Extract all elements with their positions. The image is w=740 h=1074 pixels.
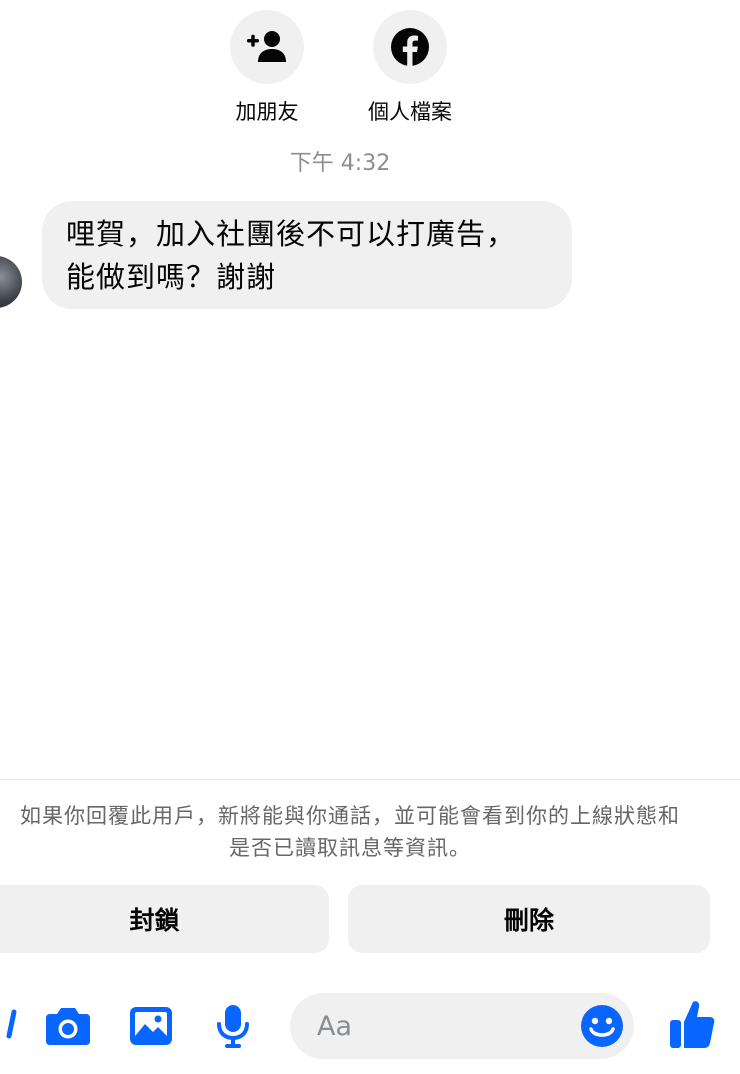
divider [0, 779, 740, 780]
more-icon[interactable] [0, 1002, 28, 1050]
emoji-icon[interactable] [580, 1004, 624, 1048]
message-input-placeholder: Aa [317, 1010, 353, 1042]
message-line-2: 能做到嗎？謝謝 [66, 260, 277, 294]
profile-button[interactable] [373, 10, 447, 84]
add-friend-label: 加朋友 [235, 100, 299, 124]
add-friend-action[interactable]: 加朋友 [207, 10, 327, 126]
notice-line-1: 如果你回覆此用戶，新將能與你通話，並可能會看到你的上線狀態和 [20, 804, 680, 828]
camera-icon[interactable] [44, 1002, 92, 1050]
facebook-icon [391, 28, 429, 67]
message-request-notice: 如果你回覆此用戶，新將能與你通話，並可能會看到你的上線狀態和 是否已讀取訊息等資… [0, 800, 720, 864]
profile-action[interactable]: 個人檔案 [350, 10, 470, 126]
message-bubble[interactable]: 哩賀，加入社團後不可以打廣告， 能做到嗎？謝謝 [42, 201, 572, 309]
message-timestamp: 下午 4:32 [289, 151, 391, 176]
block-button[interactable]: 封鎖 [0, 885, 329, 953]
add-person-icon [247, 31, 286, 62]
image-icon[interactable] [127, 1002, 175, 1050]
sender-avatar[interactable] [0, 256, 22, 308]
message-line-1: 哩賀，加入社團後不可以打廣告， [66, 217, 517, 251]
profile-label: 個人檔案 [368, 100, 452, 124]
microphone-icon[interactable] [209, 1002, 257, 1050]
like-icon[interactable] [668, 998, 716, 1050]
delete-button[interactable]: 刪除 [348, 885, 710, 953]
add-friend-button[interactable] [230, 10, 304, 84]
notice-line-2: 是否已讀取訊息等資訊。 [229, 836, 471, 860]
